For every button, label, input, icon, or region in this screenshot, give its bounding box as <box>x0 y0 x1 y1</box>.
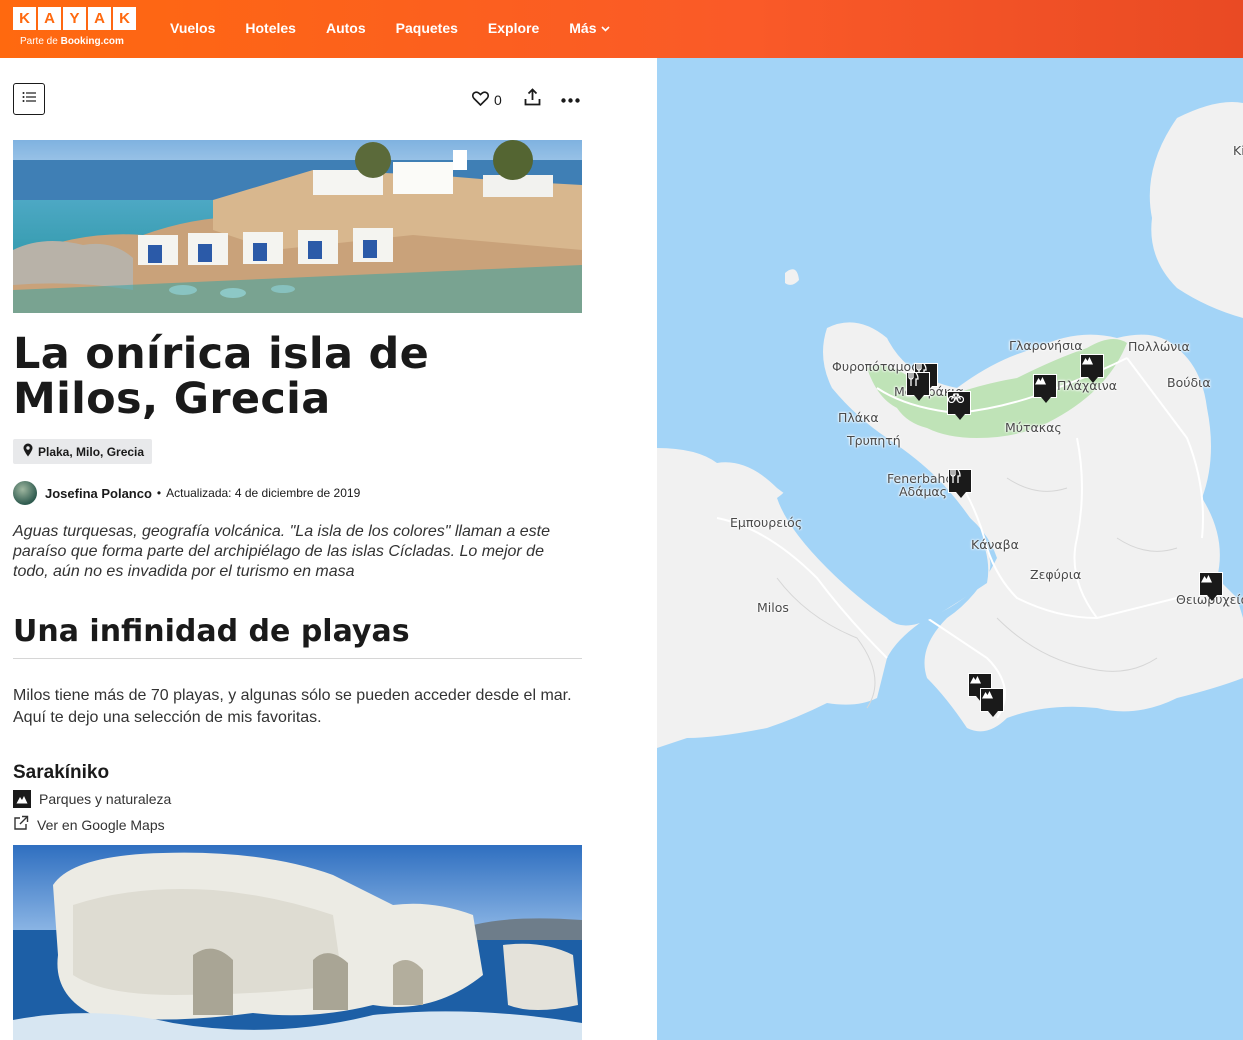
map-pin-restaurant[interactable] <box>948 469 972 498</box>
map-canvas[interactable] <box>657 58 1243 1040</box>
author-line: Josefina Polanco • Actualizada: 4 de dic… <box>13 481 360 505</box>
map-label: Γλαρονήσια <box>1009 338 1083 353</box>
nav-mas-label: Más <box>569 20 597 36</box>
article-title: La onírica isla de Milos, Grecia <box>13 329 430 424</box>
separator-dot: • <box>156 486 162 500</box>
place-name[interactable]: Sarakíniko <box>13 762 109 784</box>
table-of-contents-button[interactable] <box>13 83 45 115</box>
list-icon <box>22 90 36 108</box>
logo-subtitle: Parte de Booking.com <box>20 36 124 47</box>
place-category: Parques y naturaleza <box>13 790 171 808</box>
mountain-icon <box>13 790 31 808</box>
sarakiniko-photo <box>13 845 582 1040</box>
location-tag[interactable]: Plaka, Milo, Grecia <box>13 439 153 464</box>
avatar[interactable] <box>13 481 37 505</box>
section-title: Una infinidad de playas <box>13 614 410 649</box>
share-button[interactable] <box>524 88 541 111</box>
updated-date: Actualizada: 4 de diciembre de 2019 <box>166 486 361 500</box>
logo-letter: Y <box>63 7 86 30</box>
article-panel: 0 La onírica isla de Milos, Grecia Plaka… <box>0 58 657 1040</box>
chevron-down-icon <box>601 24 611 34</box>
section-text: Milos tiene más de 70 playas, y algunas … <box>13 687 572 726</box>
place-category-label: Parques y naturaleza <box>39 791 172 807</box>
heart-icon <box>472 90 489 109</box>
nav-vuelos[interactable]: Vuelos <box>170 20 215 36</box>
ellipsis-icon <box>561 87 580 107</box>
article-actions: 0 <box>472 88 580 111</box>
nav-paquetes[interactable]: Paquetes <box>396 20 458 36</box>
map-panel[interactable]: Γλαρονήσια Πολλώνια Φυροπόταμος Μανδράκι… <box>657 58 1243 1040</box>
map-pin-nature[interactable] <box>980 688 1004 717</box>
logo-subtitle-brand: Booking.com <box>60 36 124 47</box>
nav-mas[interactable]: Más <box>569 20 611 36</box>
map-label: Ki <box>1233 143 1243 158</box>
map-label: Milos <box>757 600 789 615</box>
map-label: Αδάμας <box>899 484 947 499</box>
like-button[interactable]: 0 <box>472 90 502 109</box>
section-divider <box>13 658 582 659</box>
map-label: Πλάκα <box>838 410 879 425</box>
logo-letter: A <box>88 7 111 30</box>
kayak-logo[interactable]: K A Y A K <box>13 7 136 30</box>
map-label: Μύτακας <box>1005 420 1062 435</box>
nav-autos[interactable]: Autos <box>326 20 366 36</box>
map-pin-bicycle[interactable] <box>947 391 971 420</box>
map-pin-nature[interactable] <box>1199 572 1223 601</box>
top-header: K A Y A K Parte de Booking.com Vuelos Ho… <box>0 0 1243 58</box>
logo-letter: K <box>113 7 136 30</box>
like-count: 0 <box>494 91 502 108</box>
map-label: Πολλώνια <box>1128 339 1190 354</box>
author-name[interactable]: Josefina Polanco <box>45 486 152 501</box>
nav-hoteles[interactable]: Hoteles <box>245 20 296 36</box>
map-label: Πλάχαινα <box>1057 378 1117 393</box>
map-pin-nature[interactable] <box>1080 354 1104 383</box>
google-maps-link[interactable]: Ver en Google Maps <box>13 815 165 834</box>
main-nav: Vuelos Hoteles Autos Paquetes Explore Má… <box>170 20 640 36</box>
nav-explore[interactable]: Explore <box>488 20 539 36</box>
logo-letter: K <box>13 7 36 30</box>
external-link-icon <box>13 815 29 834</box>
logo-subtitle-prefix: Parte de <box>20 36 58 47</box>
article-intro: Aguas turquesas, geografía volcánica. "L… <box>13 523 550 580</box>
map-pin-restaurant[interactable] <box>906 372 930 401</box>
location-tag-label: Plaka, Milo, Grecia <box>38 444 145 459</box>
map-pin-nature[interactable] <box>1033 374 1057 403</box>
map-label: Κάναβα <box>971 537 1019 552</box>
hero-image <box>13 140 582 313</box>
map-label: Εμπουρειός <box>730 515 803 530</box>
location-pin-icon <box>23 443 33 460</box>
google-maps-link-label: Ver en Google Maps <box>37 816 165 833</box>
map-label: Τρυπητή <box>847 433 901 448</box>
share-icon <box>524 88 541 111</box>
more-options-button[interactable] <box>561 88 580 106</box>
logo-letter: A <box>38 7 61 30</box>
map-label: Ζεφύρια <box>1030 567 1082 582</box>
map-label: Βούδια <box>1167 375 1211 390</box>
